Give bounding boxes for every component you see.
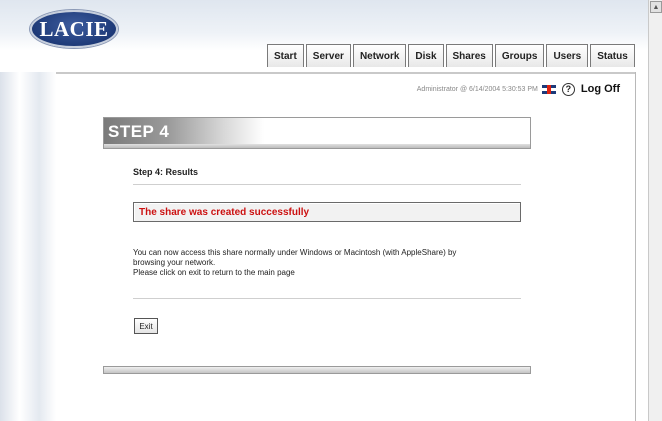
- divider: [133, 184, 521, 185]
- content-right-border: [635, 72, 636, 421]
- page: LACIE Start Server Network Disk Shares G…: [0, 0, 662, 421]
- left-sidebar-band: [0, 72, 56, 421]
- content-divider: [56, 72, 636, 74]
- footer-bar: [103, 366, 531, 374]
- main-nav-tabs: Start Server Network Disk Shares Groups …: [267, 44, 637, 67]
- tab-users[interactable]: Users: [546, 44, 589, 67]
- tab-start[interactable]: Start: [267, 44, 304, 67]
- tab-status[interactable]: Status: [590, 44, 635, 67]
- user-session-info: Administrator @ 6/14/2004 5:30:53 PM: [416, 85, 538, 93]
- step-banner-bottom-bar: [104, 144, 530, 148]
- lacie-logo: LACIE: [30, 10, 118, 48]
- vertical-scrollbar[interactable]: ▲: [648, 0, 662, 421]
- instructions-text: You can now access this share normally u…: [133, 248, 533, 278]
- step-title: STEP 4: [104, 118, 264, 146]
- help-icon[interactable]: ?: [561, 82, 575, 96]
- instructions-line: browsing your network.: [133, 258, 216, 267]
- uk-flag-icon[interactable]: [541, 84, 556, 94]
- instructions-line: You can now access this share normally u…: [133, 248, 457, 257]
- step-banner: STEP 4: [103, 117, 531, 149]
- step-subtitle: Step 4: Results: [133, 167, 199, 177]
- success-message: The share was created successfully: [139, 206, 310, 218]
- result-message-box: The share was created successfully: [133, 202, 521, 222]
- divider: [133, 298, 521, 299]
- user-status-bar: Administrator @ 6/14/2004 5:30:53 PM ? L…: [320, 80, 620, 98]
- instructions-line: Please click on exit to return to the ma…: [133, 268, 295, 277]
- log-off-link[interactable]: Log Off: [581, 83, 620, 95]
- tab-network[interactable]: Network: [352, 44, 407, 67]
- tab-disk[interactable]: Disk: [408, 44, 444, 67]
- header: LACIE Start Server Network Disk Shares G…: [0, 0, 648, 72]
- tab-server[interactable]: Server: [305, 44, 351, 67]
- scroll-up-arrow-icon[interactable]: ▲: [650, 1, 662, 13]
- tab-shares[interactable]: Shares: [445, 44, 493, 67]
- exit-button[interactable]: Exit: [134, 318, 158, 334]
- tab-groups[interactable]: Groups: [494, 44, 545, 67]
